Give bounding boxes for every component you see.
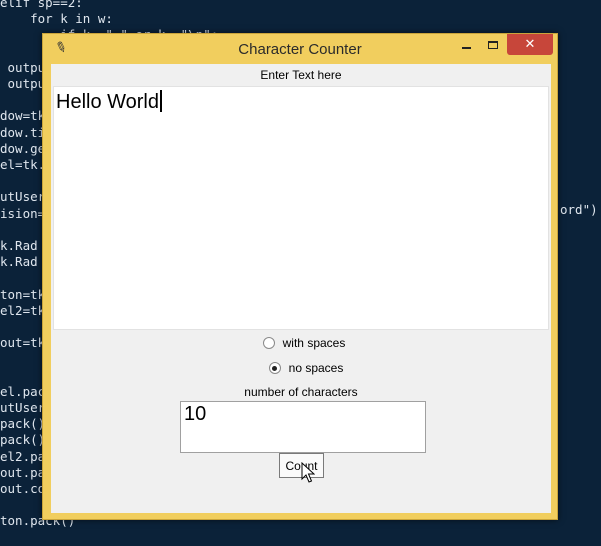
radio-no-spaces[interactable]: no spaces bbox=[51, 361, 551, 375]
result-value: 10 bbox=[184, 403, 207, 425]
code-line: dow.ge bbox=[0, 140, 46, 156]
code-line: k.Rad bbox=[0, 238, 38, 253]
title-bar[interactable]: ✎ Character Counter ✕ bbox=[43, 34, 557, 64]
text-input-label: Enter Text here bbox=[260, 68, 342, 82]
code-line: outpu bbox=[0, 76, 46, 91]
result-label: number of characters bbox=[244, 385, 358, 399]
maximize-button[interactable] bbox=[480, 34, 506, 55]
code-line: utUser bbox=[0, 400, 46, 415]
text-input[interactable]: Hello World bbox=[53, 86, 549, 330]
mouse-pointer-icon bbox=[301, 462, 315, 483]
code-line: pack() bbox=[0, 432, 46, 448]
code-line: outpu bbox=[0, 59, 46, 75]
result-output-field[interactable]: 10 bbox=[180, 401, 426, 453]
code-line: pack() bbox=[0, 416, 46, 432]
radio-button-with-spaces[interactable] bbox=[262, 337, 275, 349]
code-line: el2.pa bbox=[0, 448, 46, 464]
radio-label-no-spaces: no spaces bbox=[288, 361, 344, 375]
code-line: dow=tk bbox=[0, 108, 46, 124]
maximize-icon bbox=[488, 40, 498, 49]
code-line: utUser bbox=[0, 189, 46, 205]
code-line: ision= bbox=[0, 205, 46, 221]
minimize-button[interactable] bbox=[453, 34, 479, 55]
radio-label-with-spaces: with spaces bbox=[282, 336, 346, 350]
code-line: out.co bbox=[0, 481, 46, 496]
code-line: el=tk. bbox=[0, 157, 46, 172]
text-input-value: Hello World bbox=[56, 91, 159, 113]
close-button[interactable]: ✕ bbox=[507, 34, 553, 55]
code-line: for k in w: bbox=[0, 11, 113, 27]
minimize-icon bbox=[461, 46, 471, 49]
character-counter-window: ✎ Character Counter ✕ Enter Text here He… bbox=[42, 33, 558, 520]
code-line: el2=tk bbox=[0, 302, 46, 318]
text-caret bbox=[160, 90, 162, 112]
client-area: Enter Text here Hello World with spaces … bbox=[51, 64, 551, 513]
code-line: out.pa bbox=[0, 464, 46, 480]
radio-button-no-spaces[interactable] bbox=[268, 362, 281, 374]
code-line: el.pac bbox=[0, 383, 46, 399]
radio-with-spaces[interactable]: with spaces bbox=[51, 336, 551, 350]
code-line: out=tk bbox=[0, 335, 46, 351]
code-line: k.Rad bbox=[0, 254, 38, 270]
code-line: elif sp==2: bbox=[0, 0, 83, 10]
code-line: dow.ti bbox=[0, 124, 46, 140]
code-line-fragment: ord") bbox=[560, 202, 598, 217]
close-icon: ✕ bbox=[524, 37, 536, 52]
code-line: ton=tk bbox=[0, 286, 46, 302]
